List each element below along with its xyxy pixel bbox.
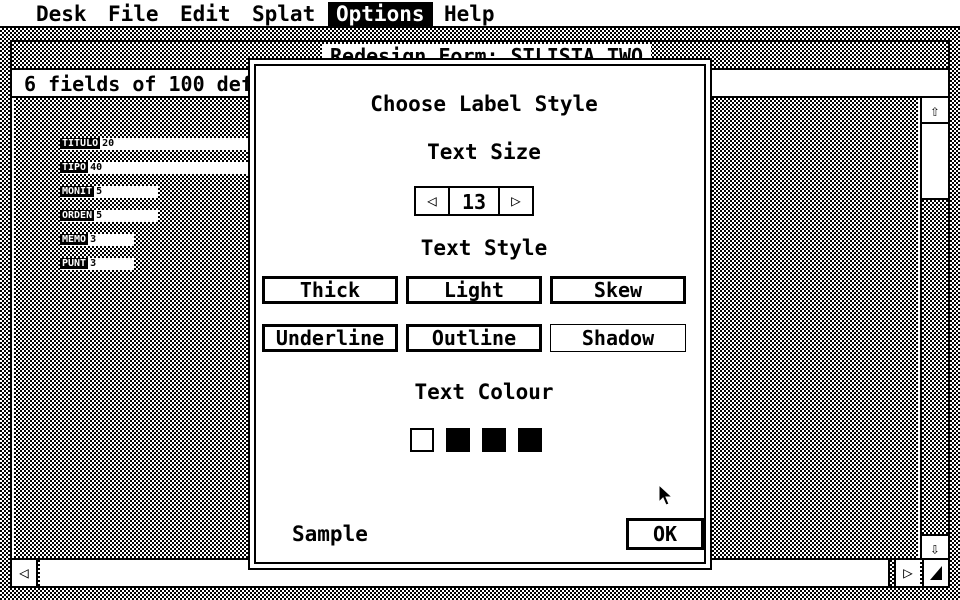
field-length: 5 (96, 210, 103, 221)
style-skew-button[interactable]: Skew (550, 276, 686, 304)
field-label: ORDEN (60, 210, 95, 221)
text-size-heading: Text Size (427, 140, 541, 164)
size-decrease-icon[interactable]: ◁ (416, 188, 450, 214)
style-underline-button[interactable]: Underline (262, 324, 398, 352)
menu-bar: Desk File Edit Splat Options Help (0, 0, 960, 28)
menu-file[interactable]: File (100, 2, 167, 26)
scroll-up-icon[interactable]: ⇧ (922, 98, 948, 124)
form-field[interactable]: TIPO 40 (60, 162, 250, 174)
dialog-frame: Choose Label Style Text Size ◁ 13 ▷ Text… (254, 64, 706, 564)
text-size-value: 13 (461, 190, 487, 214)
scroll-down-icon[interactable]: ⇩ (922, 534, 948, 560)
form-field[interactable]: MEMO 3 (60, 234, 134, 246)
sample-label: Sample (292, 522, 368, 546)
text-style-heading: Text Style (420, 236, 548, 260)
dialog-title: Choose Label Style (370, 92, 598, 116)
field-length: 20 (102, 138, 115, 149)
menu-help[interactable]: Help (436, 2, 503, 26)
mouse-pointer-icon (658, 484, 674, 506)
form-field[interactable]: TITULO 20 (60, 138, 250, 150)
style-thick-button[interactable]: Thick (262, 276, 398, 304)
field-label: MONIT (60, 186, 95, 197)
ok-button[interactable]: OK (626, 518, 704, 550)
field-length: 3 (90, 258, 97, 269)
field-length: 5 (96, 186, 103, 197)
form-field[interactable]: MONIT 5 (60, 186, 158, 198)
style-outline-button[interactable]: Outline (406, 324, 542, 352)
scroll-right-icon[interactable]: ▷ (894, 560, 920, 586)
label-style-dialog: Choose Label Style Text Size ◁ 13 ▷ Text… (248, 58, 712, 570)
colour-swatch-black[interactable] (482, 428, 506, 452)
form-field[interactable]: ORDEN 5 (60, 210, 158, 222)
field-label: MEMO (60, 234, 89, 245)
size-increase-icon[interactable]: ▷ (498, 188, 532, 214)
field-label: TITULO (60, 138, 101, 149)
menu-desk[interactable]: Desk (28, 2, 95, 26)
colour-swatch-black[interactable] (518, 428, 542, 452)
scroll-left-icon[interactable]: ◁ (12, 560, 38, 586)
colour-swatch-white[interactable] (410, 428, 434, 452)
field-length: 3 (90, 234, 97, 245)
menu-edit[interactable]: Edit (172, 2, 239, 26)
vertical-scroll-thumb[interactable] (922, 124, 948, 200)
style-light-button[interactable]: Light (406, 276, 542, 304)
menu-options[interactable]: Options (328, 2, 433, 26)
text-colour-heading: Text Colour (414, 380, 554, 404)
colour-swatch-black[interactable] (446, 428, 470, 452)
field-length: 40 (90, 162, 103, 173)
field-label: TIPO (60, 162, 89, 173)
form-field[interactable]: PUNT 3 (60, 258, 134, 270)
resize-handle-icon[interactable] (922, 560, 948, 586)
style-shadow-button[interactable]: Shadow (550, 324, 686, 352)
vertical-scrollbar[interactable]: ⇧ ⇩ (920, 98, 948, 560)
menu-splat[interactable]: Splat (244, 2, 323, 26)
field-label: PUNT (60, 258, 89, 269)
text-size-stepper: ◁ 13 ▷ (414, 186, 534, 216)
